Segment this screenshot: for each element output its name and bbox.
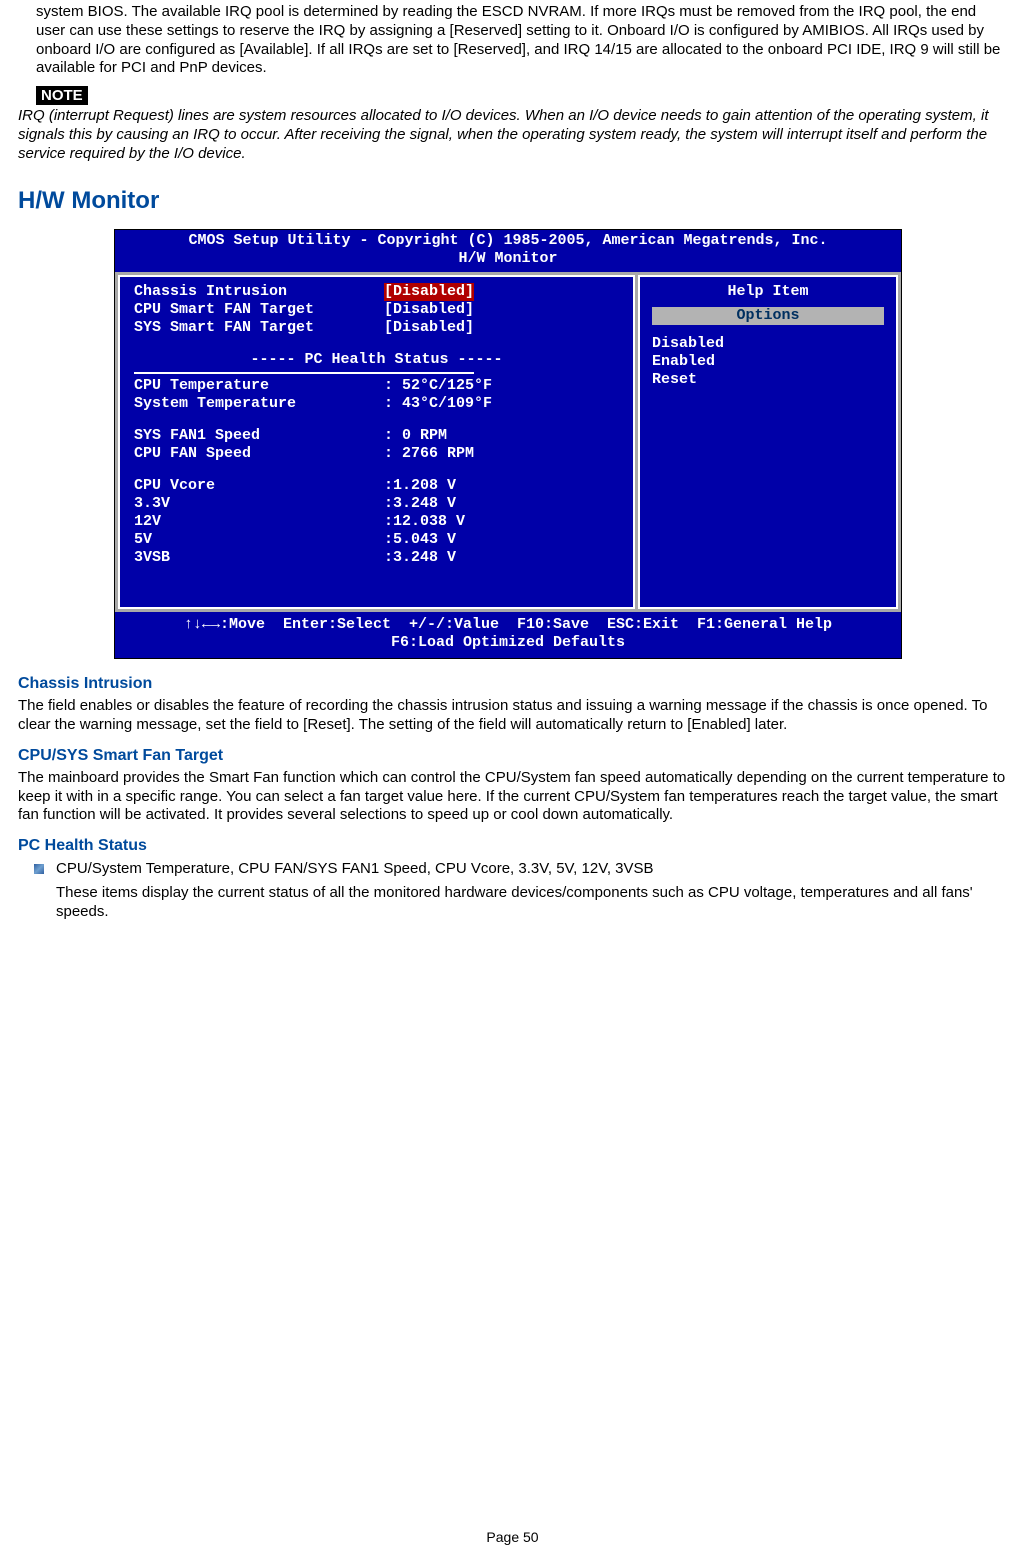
health-value: :5.043 V [384,531,456,549]
health-3vsb: 3VSB :3.248 V [134,549,619,567]
health-label: CPU FAN Speed [134,445,384,463]
health-value: :1.208 V [384,477,456,495]
bullet-text: CPU/System Temperature, CPU FAN/SYS FAN1… [56,859,1007,922]
health-label: SYS FAN1 Speed [134,427,384,445]
field-value-selected[interactable]: [Disabled] [384,283,474,301]
field-label: SYS Smart FAN Target [134,319,384,337]
pc-health-title: ----- PC Health Status ----- [134,351,619,369]
option-disabled[interactable]: Disabled [652,335,884,353]
field-label: CPU Smart FAN Target [134,301,384,319]
health-sys-temp: System Temperature : 43°C/109°F [134,395,619,413]
health-label: 5V [134,531,384,549]
health-5v: 5V :5.043 V [134,531,619,549]
bios-footer-line1: ↑↓←→:Move Enter:Select +/-/:Value F10:Sa… [115,616,901,634]
bullet-line2: These items display the current status o… [56,883,1007,922]
field-value: [Disabled] [384,319,474,337]
health-value: : 52°C/125°F [384,377,492,395]
intro-paragraph: system BIOS. The available IRQ pool is d… [36,3,1007,78]
bios-title-line2: H/W Monitor [115,250,901,272]
health-cpu-vcore: CPU Vcore :1.208 V [134,477,619,495]
bullet-icon [34,864,44,874]
health-label: 3.3V [134,495,384,513]
bullet-line1: CPU/System Temperature, CPU FAN/SYS FAN1… [56,860,654,877]
note-body: IRQ (interrupt Request) lines are system… [18,107,1007,163]
bios-help-panel: Help Item Options Disabled Enabled Reset [638,275,898,609]
health-label: 3VSB [134,549,384,567]
field-chassis-intrusion[interactable]: Chassis Intrusion [Disabled] [134,283,619,301]
health-value: : 2766 RPM [384,445,474,463]
options-header: Options [652,307,884,325]
bios-title-line1: CMOS Setup Utility - Copyright (C) 1985-… [115,230,901,250]
bullet-pc-health: CPU/System Temperature, CPU FAN/SYS FAN1… [34,859,1007,922]
desc-chassis-intrusion: The field enables or disables the featur… [18,697,1007,735]
subhead-pc-health: PC Health Status [18,837,1007,855]
option-reset[interactable]: Reset [652,371,884,389]
field-label: Chassis Intrusion [134,283,384,301]
health-label: System Temperature [134,395,384,413]
health-label: 12V [134,513,384,531]
health-cpu-fan: CPU FAN Speed : 2766 RPM [134,445,619,463]
help-item-header: Help Item [652,283,884,301]
option-enabled[interactable]: Enabled [652,353,884,371]
bios-screenshot: CMOS Setup Utility - Copyright (C) 1985-… [114,229,902,659]
bios-footer-line2: F6:Load Optimized Defaults [115,634,901,652]
health-value: : 43°C/109°F [384,395,492,413]
bios-left-panel: Chassis Intrusion [Disabled] CPU Smart F… [118,275,635,609]
health-value: :3.248 V [384,495,456,513]
health-label: CPU Vcore [134,477,384,495]
desc-smart-fan: The mainboard provides the Smart Fan fun… [18,769,1007,825]
health-label: CPU Temperature [134,377,384,395]
health-3_3v: 3.3V :3.248 V [134,495,619,513]
page-number: Page 50 [0,1529,1025,1545]
subhead-chassis-intrusion: Chassis Intrusion [18,675,1007,693]
note-tag: NOTE [36,86,88,105]
health-12v: 12V :12.038 V [134,513,619,531]
subhead-smart-fan: CPU/SYS Smart Fan Target [18,747,1007,765]
field-sys-smart-fan[interactable]: SYS Smart FAN Target [Disabled] [134,319,619,337]
health-value: :3.248 V [384,549,456,567]
field-value: [Disabled] [384,301,474,319]
bios-footer: ↑↓←→:Move Enter:Select +/-/:Value F10:Sa… [115,612,901,658]
health-sys-fan1: SYS FAN1 Speed : 0 RPM [134,427,619,445]
field-cpu-smart-fan[interactable]: CPU Smart FAN Target [Disabled] [134,301,619,319]
section-heading-hw-monitor: H/W Monitor [18,187,1007,215]
separator-line [134,372,474,374]
health-value: : 0 RPM [384,427,447,445]
health-value: :12.038 V [384,513,465,531]
health-cpu-temp: CPU Temperature : 52°C/125°F [134,377,619,395]
